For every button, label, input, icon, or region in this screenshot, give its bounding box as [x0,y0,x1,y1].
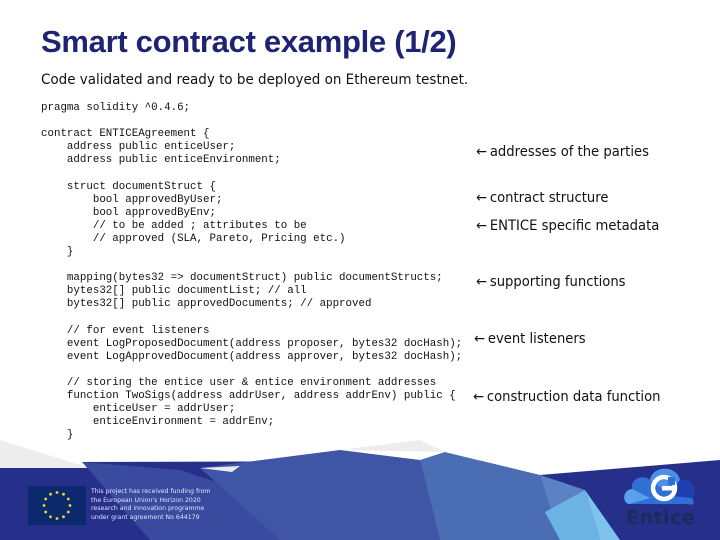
left-arrow-icon: ← [473,389,485,405]
eu-star-icon [66,497,70,501]
left-arrow-icon: ← [474,331,486,347]
eu-star-icon [49,515,52,519]
left-arrow-icon: ← [476,274,488,290]
code-line: // approved (SLA, Pareto, Pricing etc.) [41,232,346,245]
funding-line: research and innovation programme [91,505,205,513]
footer-shape [340,440,445,452]
code-line: bool approvedByUser; [41,193,223,206]
funding-line: under grant agreement No 644179 [91,513,200,521]
code-line: struct documentStruct { [41,180,216,193]
annotation-parties: ← addresses of the parties [476,144,649,160]
eu-star-icon [62,515,65,519]
slide-subtitle: Code validated and ready to be deployed … [41,72,469,88]
eu-star-icon [68,504,72,507]
eu-stars [42,491,72,520]
eu-flag-icon [28,486,86,525]
code-line: address public enticeEnvironment; [41,154,281,167]
footer-shape [0,440,90,468]
left-arrow-icon: ← [476,190,488,206]
code-line: address public enticeUser; [41,141,236,154]
code-line: contract ENTICEAgreement { [41,128,210,141]
annotation-label: addresses of the parties [489,144,649,160]
eu-star-icon [44,497,48,501]
code-line: bytes32[] public approvedDocuments; // a… [41,298,372,311]
eu-star-icon [62,492,65,496]
code-line: pragma solidity ^0.4.6; [41,102,191,114]
code-line: enticeUser = addrUser; [41,403,236,416]
funding-statement: This project has received funding from t… [91,488,210,522]
code-line: event LogProposedDocument(address propos… [41,337,463,350]
eu-star-icon [42,504,46,507]
code-line: bool approvedByEnv; [41,206,216,219]
code-block: pragma solidity ^0.4.6; contract ENTICEAg… [41,102,462,442]
code-line: enticeEnvironment = addrEnv; [41,416,275,429]
cloud-logo [624,468,695,505]
annotation-label: event listeners [487,331,586,347]
code-line: // storing the entice user & entice envi… [41,376,437,389]
annotation-label: contract structure [489,190,609,206]
left-arrow-icon: ← [476,218,488,234]
annotation-label: supporting functions [489,274,626,290]
eu-star-icon [44,510,48,514]
eu-star-icon [55,517,59,520]
eu-star-icon [66,510,70,514]
annotation-construction-function: ← construction data function [473,389,660,405]
code-line: // to be added ; attributes to be [41,219,307,232]
funding-line: This project has received funding from [91,488,211,495]
annotation-event-listeners: ← event listeners [474,331,586,347]
left-arrow-icon: ← [476,144,488,160]
code-line: bytes32[] public documentList; // all [41,285,307,298]
code-line: function TwoSigs(address addrUser, addre… [41,390,456,403]
code-line: mapping(bytes32 => documentStruct) publi… [41,272,443,285]
code-line: } [41,246,74,259]
eu-star-icon [49,492,52,496]
eu-star-icon [55,491,59,494]
slide-title: Smart contract example (1/2) [41,24,457,59]
code-line: event LogApprovedDocument(address approv… [41,350,463,363]
entice-wordmark: Entice [626,507,696,529]
annotation-contract-structure: ← contract structure [476,190,608,206]
annotation-label: ENTICE specific metadata [489,218,660,234]
annotation-metadata: ← ENTICE specific metadata [476,218,659,234]
code-line: // for event listeners [41,324,210,337]
annotation-supporting-functions: ← supporting functions [476,274,626,290]
funding-line: the European Union's Horizon 2020 [91,496,201,504]
annotation-label: construction data function [486,389,661,405]
